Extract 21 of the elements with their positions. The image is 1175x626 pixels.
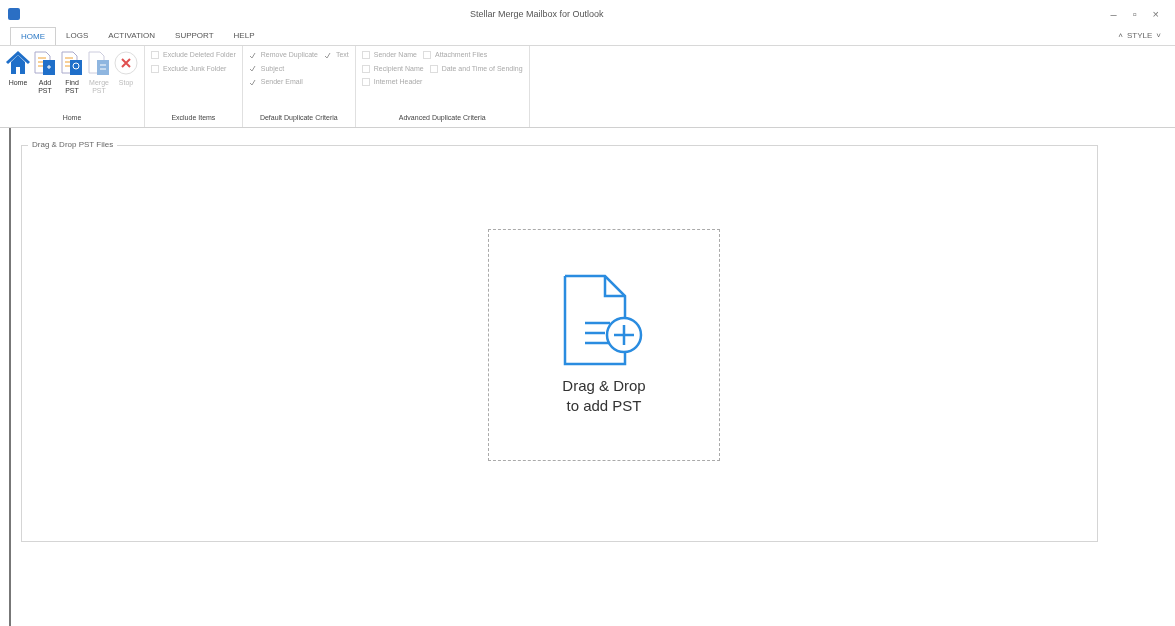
house-icon xyxy=(5,50,31,76)
drop-zone[interactable]: Drag & Drop to add PST xyxy=(488,228,720,461)
app-logo-icon xyxy=(8,8,20,20)
collapse-icon[interactable]: ˄ xyxy=(1118,30,1123,42)
close-button[interactable]: × xyxy=(1152,5,1159,23)
document-plus-icon xyxy=(32,50,58,76)
minimize-button[interactable]: – xyxy=(1110,5,1117,23)
drop-zone-text: Drag & Drop to add PST xyxy=(562,376,646,416)
document-icon xyxy=(86,50,112,76)
ribbon-tab[interactable]: LOGS xyxy=(56,27,99,45)
ribbon-tab[interactable]: SUPPORT xyxy=(165,27,224,45)
panel-legend: Drag & Drop PST Files xyxy=(28,139,118,151)
ribbon-tab[interactable]: HELP xyxy=(223,27,265,45)
caret-icon[interactable]: ˅ xyxy=(1156,30,1161,42)
document-search-icon xyxy=(59,50,85,76)
window-title: Stellar Merge Mailbox for Outlook xyxy=(470,8,604,21)
ribbon-tab[interactable]: ACTIVATION xyxy=(98,27,166,45)
x-circle-icon xyxy=(113,50,139,76)
ribbon-tab[interactable]: HOME xyxy=(10,27,56,45)
restore-button[interactable]: ▫ xyxy=(1132,5,1137,23)
style-menu[interactable]: STYLE xyxy=(1127,30,1153,42)
